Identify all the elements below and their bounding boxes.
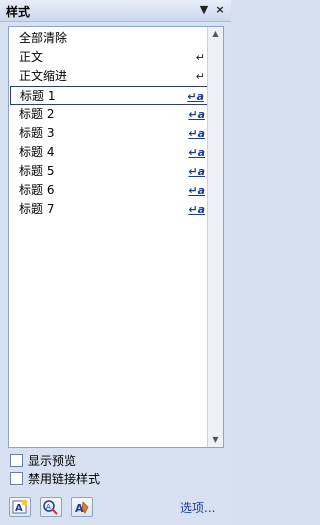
disable-linked-styles-option[interactable]: 禁用链接样式: [10, 471, 100, 487]
style-item[interactable]: 标题 4 ↵a: [10, 143, 209, 162]
disable-linked-styles-label: 禁用链接样式: [28, 472, 101, 486]
style-inspector-button[interactable]: A: [40, 497, 62, 517]
style-item[interactable]: 全部清除: [10, 29, 209, 48]
style-item-label: 标题 5: [19, 164, 55, 178]
linked-style-icon: ↵a: [188, 127, 205, 140]
manage-styles-button[interactable]: A: [71, 497, 93, 517]
show-preview-option[interactable]: 显示预览: [10, 453, 76, 469]
style-item[interactable]: 标题 5 ↵a: [10, 162, 209, 181]
style-item-label: 标题 6: [19, 183, 55, 197]
linked-style-icon: ↵a: [188, 203, 205, 216]
style-item[interactable]: 正文 ↵: [10, 48, 209, 67]
options-link[interactable]: 选项...: [180, 499, 215, 516]
paragraph-style-icon: ↵: [195, 51, 205, 64]
linked-style-icon: ↵a: [188, 165, 205, 178]
scroll-down-button[interactable]: ▼: [208, 433, 223, 447]
style-item[interactable]: 标题 2 ↵a: [10, 105, 209, 124]
style-item-label: 标题 1: [20, 89, 56, 103]
pane-menu-icon[interactable]: ▼: [197, 3, 211, 17]
svg-text:A: A: [46, 503, 51, 511]
style-item-label: 标题 3: [19, 126, 55, 140]
style-item[interactable]: 标题 3 ↵a: [10, 124, 209, 143]
style-item-label: 标题 2: [19, 107, 55, 121]
style-inspector-icon: A: [43, 500, 58, 515]
style-item-label: 正文缩进: [19, 69, 68, 83]
style-item[interactable]: 标题 7 ↵a: [10, 200, 209, 219]
styles-list-items: 全部清除 正文 ↵ 正文缩进 ↵ 标题 1 ↵a 标题 2 ↵a 标题 3 ↵a 标题 4 ↵a 标题 5…: [10, 29, 209, 219]
style-item-label: 标题 7: [19, 202, 55, 216]
show-preview-label: 显示预览: [28, 454, 77, 468]
pane-title: 样式: [6, 5, 31, 19]
manage-styles-icon: A: [75, 501, 89, 515]
style-item[interactable]: 标题 6 ↵a: [10, 181, 209, 200]
styles-list[interactable]: 全部清除 正文 ↵ 正文缩进 ↵ 标题 1 ↵a 标题 2 ↵a 标题 3 ↵a 标题 4 ↵a 标题 5…: [8, 26, 224, 448]
scroll-up-button[interactable]: ▲: [208, 27, 223, 41]
pane-titlebar: 样式 ▼ ×: [0, 0, 231, 22]
new-style-icon: A: [12, 500, 27, 514]
linked-style-icon: ↵a: [188, 184, 205, 197]
paragraph-style-icon: ↵: [195, 70, 205, 83]
style-item[interactable]: 标题 1 ↵a: [10, 86, 209, 105]
new-style-button[interactable]: A: [9, 497, 31, 517]
svg-text:A: A: [15, 503, 23, 514]
style-item-label: 正文: [19, 50, 44, 64]
show-preview-checkbox[interactable]: [10, 454, 23, 467]
disable-linked-styles-checkbox[interactable]: [10, 472, 23, 485]
style-item[interactable]: 正文缩进 ↵: [10, 67, 209, 86]
style-item-label: 全部清除: [19, 31, 68, 45]
linked-style-icon: ↵a: [188, 146, 205, 159]
style-item-label: 标题 4: [19, 145, 55, 159]
close-icon[interactable]: ×: [213, 3, 227, 17]
styles-pane: 样式 ▼ × 全部清除 正文 ↵ 正文缩进 ↵ 标题 1 ↵a 标题 2 ↵a 标题 3 ↵a 标题 …: [0, 0, 231, 525]
linked-style-icon: ↵a: [187, 90, 204, 103]
linked-style-icon: ↵a: [188, 108, 205, 121]
vertical-scrollbar[interactable]: ▲ ▼: [207, 27, 223, 447]
